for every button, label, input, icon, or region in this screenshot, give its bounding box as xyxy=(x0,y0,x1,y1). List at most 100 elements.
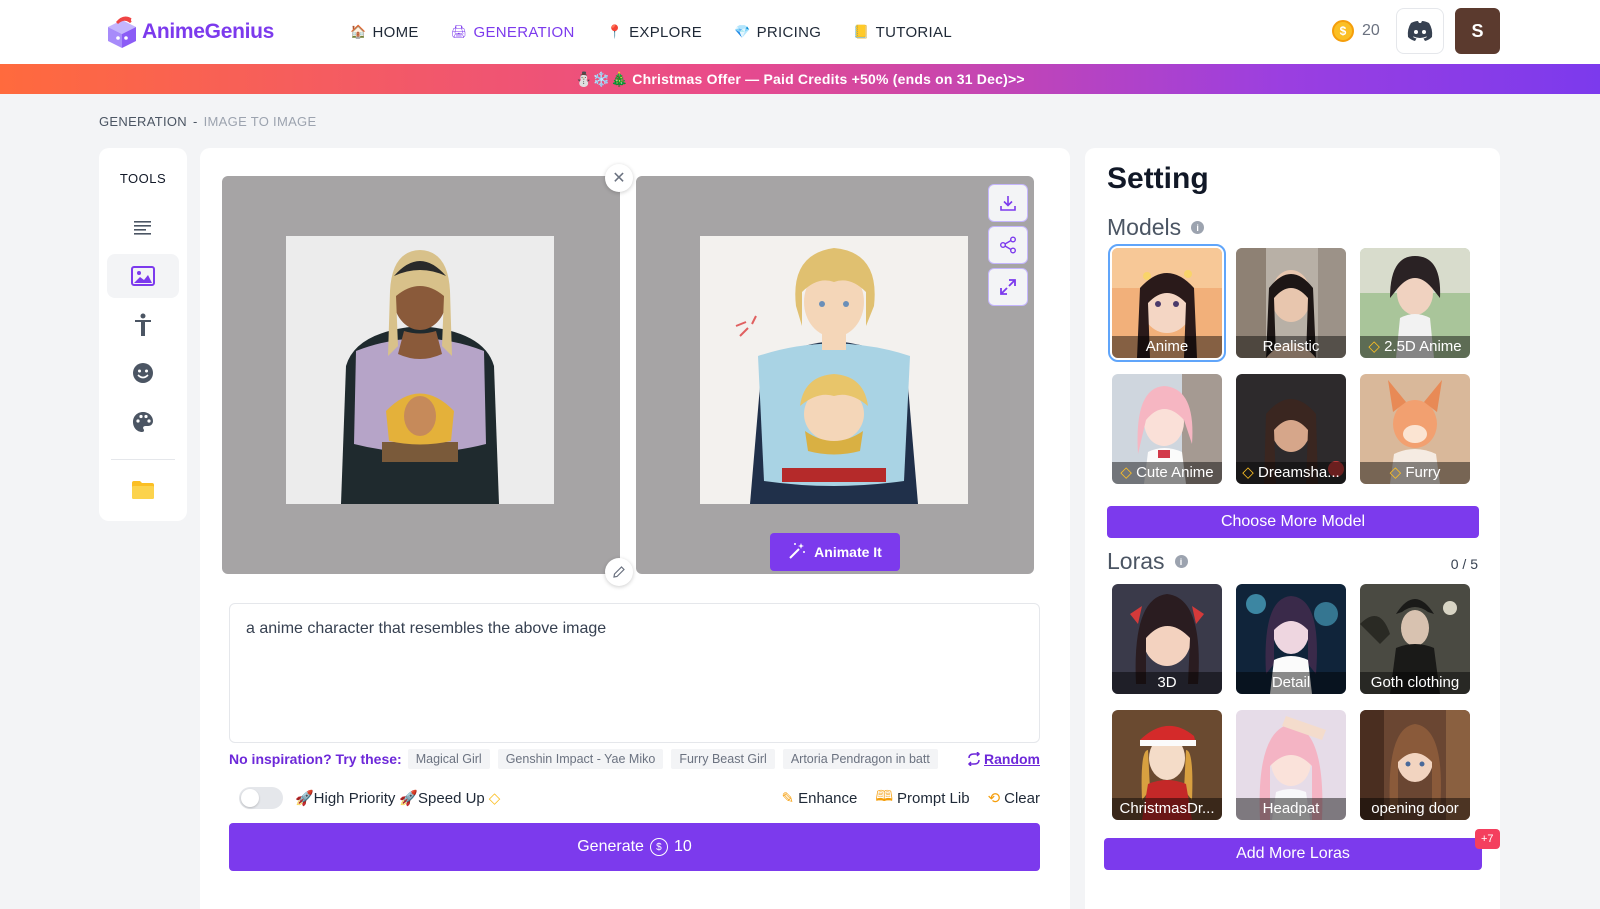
main-nav: 🏠 HOME 🖨 GENERATION 📍 EXPLORE 💎 PRICING … xyxy=(350,0,952,64)
nav-home[interactable]: 🏠 HOME xyxy=(350,24,419,41)
tools-title: TOOLS xyxy=(119,171,167,186)
breadcrumb: GENERATION - IMAGE TO IMAGE xyxy=(99,114,316,129)
nav-explore-label: EXPLORE xyxy=(629,23,703,41)
lora-card-headpat[interactable]: Headpat xyxy=(1236,710,1346,820)
lora-label: Goth clothing xyxy=(1360,672,1470,694)
lora-label: 3D xyxy=(1112,672,1222,694)
tool-style[interactable] xyxy=(107,400,179,444)
suggestion-chip[interactable]: Genshin Impact - Yae Miko xyxy=(497,749,664,769)
coin-icon: $ xyxy=(1332,20,1354,42)
lora-card-opening-door[interactable]: opening door xyxy=(1360,710,1470,820)
share-button[interactable] xyxy=(988,226,1028,264)
tool-image-to-image[interactable] xyxy=(107,254,179,298)
random-label: Random xyxy=(984,751,1040,767)
expand-button[interactable] xyxy=(988,268,1028,306)
model-label-text: Furry xyxy=(1405,464,1441,481)
enhance-button[interactable]: ✎ Enhance xyxy=(781,789,858,808)
diamond-icon: ◇ xyxy=(1368,338,1380,355)
model-card-realistic[interactable]: Realistic xyxy=(1236,248,1346,358)
lora-label: Headpat xyxy=(1236,798,1346,820)
nav-tutorial[interactable]: 📒 TUTORIAL xyxy=(853,24,952,41)
model-card-furry[interactable]: ◇ Furry xyxy=(1360,374,1470,484)
suggestion-chip[interactable]: Magical Girl xyxy=(407,749,490,769)
text-lines-icon xyxy=(134,221,151,235)
info-icon[interactable]: i xyxy=(1191,221,1205,234)
wand-icon: ✎ xyxy=(781,790,795,807)
tool-text-to-image[interactable] xyxy=(107,205,179,249)
pin-icon: 📍 xyxy=(606,24,624,39)
suggestion-chip[interactable]: Artoria Pendragon in batt xyxy=(782,749,938,769)
generate-cost: 10 xyxy=(673,838,692,855)
model-card-anime[interactable]: Anime xyxy=(1108,244,1226,362)
nav-generation[interactable]: 🖨 GENERATION xyxy=(451,24,575,41)
tool-pose[interactable] xyxy=(107,303,179,347)
more-loras-badge: +7 xyxy=(1475,829,1500,849)
model-label: ◇ Furry xyxy=(1360,462,1470,484)
suggestion-chip[interactable]: Furry Beast Girl xyxy=(671,749,775,769)
loras-count: 0 / 5 xyxy=(1450,556,1478,572)
model-label: ◇ Dreamsha... xyxy=(1236,462,1346,484)
nav-pricing[interactable]: 💎 PRICING xyxy=(734,24,821,41)
avatar[interactable]: S xyxy=(1455,8,1500,54)
smiley-icon xyxy=(133,363,153,383)
house-icon: 🏠 xyxy=(350,24,367,39)
generate-label: Generate xyxy=(577,838,644,855)
close-icon[interactable]: ✕ xyxy=(605,164,633,192)
clear-button[interactable]: ⟲ Clear xyxy=(987,789,1040,808)
tool-folder[interactable] xyxy=(107,468,179,512)
lora-card-christmas-dress[interactable]: ChristmasDr... xyxy=(1112,710,1222,820)
expand-icon xyxy=(1000,279,1016,295)
choose-more-model-button[interactable]: Choose More Model xyxy=(1107,506,1479,538)
credits-display[interactable]: $ 20 xyxy=(1332,20,1380,42)
add-more-loras-button[interactable]: Add More Loras xyxy=(1104,838,1482,870)
settings-title: Setting xyxy=(1107,162,1209,195)
result-image-frame[interactable]: Animate It xyxy=(636,176,1034,574)
pencil-icon[interactable] xyxy=(605,558,633,586)
nav-explore[interactable]: 📍 EXPLORE xyxy=(607,24,702,41)
lora-card-goth-clothing[interactable]: Goth clothing xyxy=(1360,584,1470,694)
main-panel: Animate It ✕ a anime character that rese… xyxy=(200,148,1070,909)
cycle-icon: ⟲ xyxy=(987,790,1001,807)
printer-icon: 🖨 xyxy=(450,24,468,39)
lora-card-3d[interactable]: 3D xyxy=(1112,584,1222,694)
image-icon xyxy=(131,266,155,286)
logo[interactable]: AnimeGenius xyxy=(104,10,284,54)
prompt-lib-button[interactable]: 🕮 Prompt Lib xyxy=(875,786,969,811)
model-label: Realistic xyxy=(1236,336,1346,358)
download-icon xyxy=(1000,196,1016,211)
model-label: Anime xyxy=(1112,336,1222,358)
breadcrumb-parent[interactable]: GENERATION xyxy=(99,114,187,129)
promo-banner[interactable]: ⛄❄️🎄 Christmas Offer — Paid Credits +50%… xyxy=(0,64,1600,94)
random-button[interactable]: Random xyxy=(967,751,1040,767)
lora-card-detail[interactable]: Detail xyxy=(1236,584,1346,694)
high-priority-label: 🚀High Priority 🚀Speed Up ◇ xyxy=(295,789,500,807)
person-pose-icon xyxy=(135,313,151,336)
settings-panel: Setting Models i Anime Realistic ◇ 2.5D … xyxy=(1085,148,1500,909)
animate-it-button[interactable]: Animate It xyxy=(770,533,900,571)
discord-icon xyxy=(1407,21,1433,41)
nav-home-label: HOME xyxy=(372,23,419,41)
prompt-textarea[interactable]: a anime character that resembles the abo… xyxy=(229,603,1040,743)
logo-cube-icon xyxy=(108,16,137,48)
refresh-icon xyxy=(967,752,981,766)
prompt-lib-label: Prompt Lib xyxy=(897,789,970,807)
tool-face[interactable] xyxy=(107,351,179,395)
palette-icon xyxy=(133,412,153,432)
nav-generation-label: GENERATION xyxy=(473,23,575,41)
generate-button[interactable]: Generate $ 10 xyxy=(229,823,1040,871)
magic-wand-icon xyxy=(788,542,806,563)
inspiration-row: No inspiration? Try these: Magical Girl … xyxy=(229,749,1040,769)
discord-button[interactable] xyxy=(1396,8,1444,54)
model-label-text: Cute Anime xyxy=(1136,464,1214,481)
high-priority-toggle[interactable] xyxy=(239,787,283,809)
info-icon[interactable]: i xyxy=(1174,555,1188,568)
nav-pricing-label: PRICING xyxy=(756,23,822,41)
model-card-2-5d-anime[interactable]: ◇ 2.5D Anime xyxy=(1360,248,1470,358)
model-card-dreamshaper[interactable]: ◇ Dreamsha... xyxy=(1236,374,1346,484)
tools-panel: TOOLS xyxy=(99,148,187,521)
result-image xyxy=(700,236,968,504)
source-image-frame[interactable] xyxy=(222,176,620,574)
model-card-cute-anime[interactable]: ◇ Cute Anime xyxy=(1112,374,1222,484)
download-button[interactable] xyxy=(988,184,1028,222)
diamond-icon: ◇ xyxy=(1389,464,1402,481)
